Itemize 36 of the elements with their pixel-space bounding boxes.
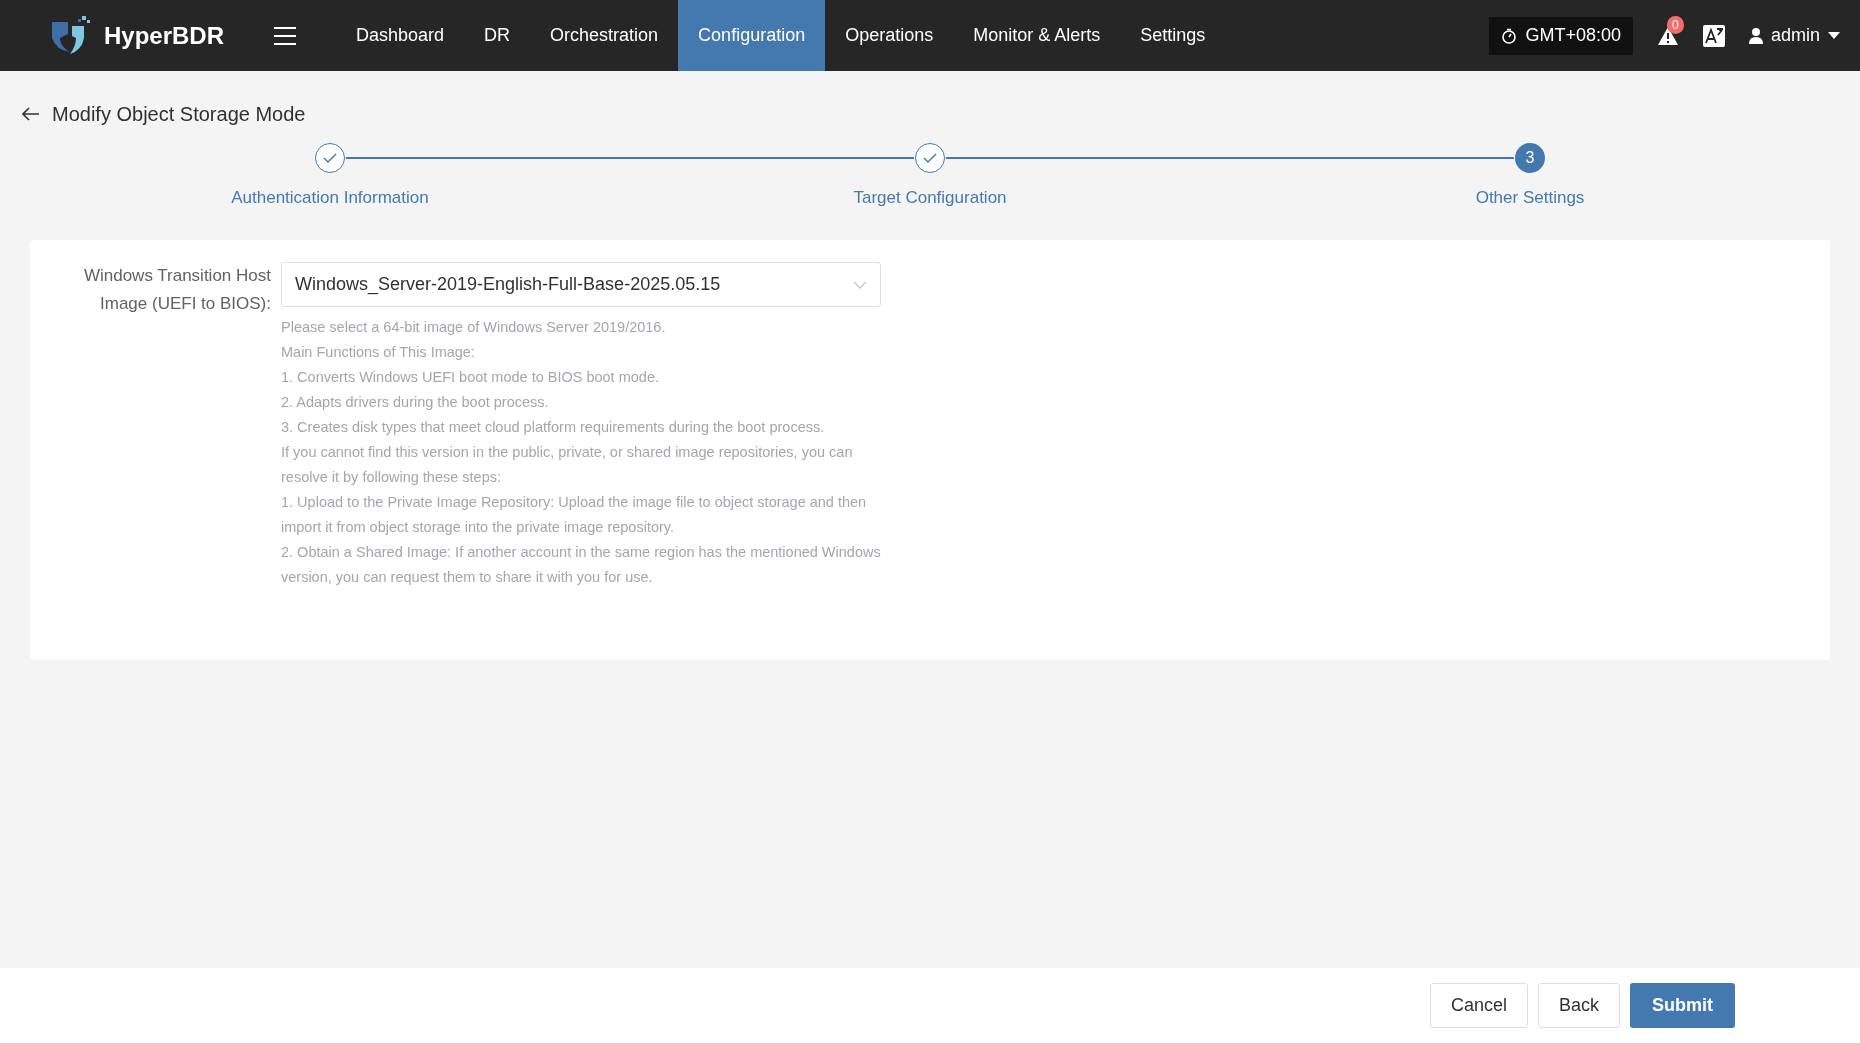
nav-tab[interactable]: Operations — [825, 0, 954, 71]
help-text: 1. Upload to the Private Image Repository: Upload the image file to object storage and then import it from object storage into the private image repository. — [281, 493, 868, 537]
timezone-button[interactable]: GMT+08:00 — [1489, 16, 1633, 55]
nav-tab[interactable]: Configuration — [678, 0, 826, 71]
nav-tab[interactable]: Orchestration — [530, 0, 679, 71]
menu-icon[interactable] — [274, 25, 296, 46]
action-button[interactable]: Back — [1537, 983, 1620, 1028]
back-arrow-icon[interactable] — [22, 107, 40, 121]
step-label: Target Configuration — [853, 187, 1007, 209]
nav-tab[interactable]: DR — [464, 0, 531, 71]
field-label: Windows Transition Host Image (UEFI to BIOS): — [82, 265, 272, 315]
nav-tab[interactable]: Monitor & Alerts — [953, 0, 1121, 71]
alert-count-badge: 0 — [1666, 15, 1684, 34]
action-button[interactable]: Cancel — [1429, 983, 1528, 1028]
help-text: 1. Converts Windows UEFI boot mode to BIOS boot mode. — [281, 368, 660, 387]
help-text: 2. Obtain a Shared Image: If another account in the same region has the mentioned Windows version, you can request them to share it with you for use. — [281, 543, 881, 587]
stopwatch-icon — [1501, 27, 1518, 44]
page-title: Modify Object Storage Mode — [52, 102, 306, 127]
brand-name: HyperBDR — [104, 20, 225, 51]
help-text: Main Functions of This Image: — [281, 343, 476, 362]
translate-icon[interactable] — [1702, 24, 1725, 47]
help-text: Please select a 64-bit image of Windows Server 2019/2016. — [281, 318, 667, 337]
action-button[interactable]: Submit — [1630, 983, 1735, 1028]
caret-icon — [1828, 31, 1840, 40]
help-text: 3. Creates disk types that meet cloud platform requirements during the boot process. — [281, 418, 826, 437]
user-icon — [1748, 27, 1763, 44]
step-label: Authentication Information — [231, 187, 429, 209]
help-text: 2. Adapts drivers during the boot process. — [281, 393, 550, 412]
nav-tab[interactable]: Settings — [1120, 0, 1226, 71]
nav-tab[interactable]: Dashboard — [336, 0, 465, 71]
user-menu[interactable]: admin — [1748, 22, 1840, 49]
chevron-down-icon — [853, 280, 867, 289]
step-number: 3 — [1515, 143, 1545, 173]
step-label: Other Settings — [1475, 187, 1585, 209]
image-select[interactable]: Windows_Server-2019-English-Full-Base-2025.05.15 — [281, 262, 881, 307]
help-text: If you cannot find this version in the public, private, or shared image repositories, you can resolve it by following these steps: — [281, 443, 854, 487]
